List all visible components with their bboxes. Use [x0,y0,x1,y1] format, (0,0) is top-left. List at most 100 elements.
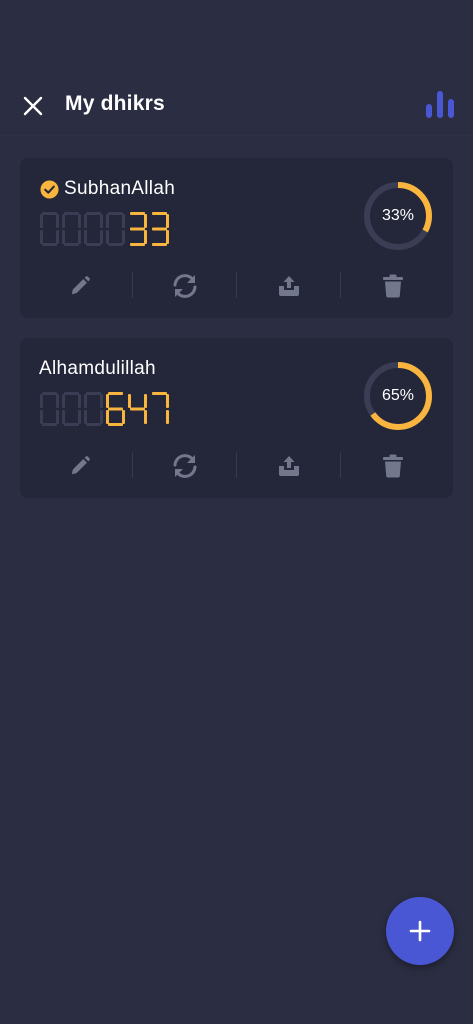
digit-segment [108,243,123,246]
counter-digit-active [152,212,169,246]
page-title: My dhikrs [65,92,165,115]
pencil-icon [71,276,90,295]
digit-segment [130,227,145,231]
digit-segment [122,214,125,228]
edit-button[interactable] [28,448,132,484]
stats-button[interactable] [424,90,456,120]
digit-segment [130,212,145,215]
digit-segment [166,410,169,424]
edit-button[interactable] [28,268,132,304]
dhikr-name: SubhanAllah [64,178,176,199]
digit-segment [100,214,103,228]
digit-segment [78,410,81,424]
digit-segment [84,410,87,424]
counter-digit-inactive [40,392,59,426]
card-actions [20,268,453,304]
digit-segment [42,243,57,246]
digit-segment [56,230,59,244]
digit-segment [108,407,123,411]
digit-segment [166,214,169,228]
counter-digit-inactive [40,212,59,246]
digit-segment [56,410,59,424]
counter-digit-inactive [62,212,81,246]
digit-segment [144,410,147,424]
dhikr-card[interactable]: Alhamdulillah 65% [20,338,453,498]
digit-segment [86,243,101,246]
digit-segment [108,212,123,215]
digit-segment [130,407,145,411]
digit-segment [84,394,87,408]
digit-segment [144,230,147,244]
digit-segment [56,214,59,228]
digit-segment [152,227,167,231]
close-button[interactable] [20,93,46,119]
counter-digit-inactive [106,212,125,246]
digit-segment [64,423,79,426]
trash-icon [383,454,403,478]
digit-segment [64,243,79,246]
digit-segment [78,214,81,228]
counter-digit-active [130,212,147,246]
counter-digit-inactive [84,212,103,246]
app-header: My dhikrs [0,0,473,136]
delete-button[interactable] [341,268,445,304]
digit-segment [86,423,101,426]
digit-segment [122,230,125,244]
digit-segment [108,423,123,426]
share-button[interactable] [237,268,341,304]
digit-segment [78,394,81,408]
refresh-icon [173,274,197,298]
reset-button[interactable] [133,268,237,304]
digit-segment [40,214,43,228]
digit-segment [42,212,57,215]
digit-segment [62,410,65,424]
digit-segment [166,394,169,408]
digit-segment [40,394,43,408]
digit-segment [106,394,109,408]
digit-segment [42,392,57,395]
card-actions [20,448,453,484]
digit-segment [106,214,109,228]
bar-chart-icon [426,91,454,118]
share-button[interactable] [237,448,341,484]
digit-segment [106,230,109,244]
digit-segment [56,394,59,408]
counter-digit-active [152,392,169,424]
refresh-icon [173,454,197,478]
digit-segment [152,392,167,395]
digit-segment [62,230,65,244]
reset-button[interactable] [133,448,237,484]
digit-segment [106,410,109,424]
dhikr-card[interactable]: SubhanAllah 33% [20,158,453,318]
trash-icon [383,274,403,298]
digit-segment [122,410,125,424]
pencil-icon [71,456,90,475]
digit-segment [86,392,101,395]
seven-segment-counter [40,392,169,426]
digit-segment [64,392,79,395]
progress-percent: 33% [381,207,415,224]
digit-segment [86,212,101,215]
digit-segment [62,214,65,228]
close-icon [23,96,43,116]
digit-segment [78,230,81,244]
digit-segment [166,230,169,244]
digit-segment [42,423,57,426]
digit-segment [152,243,167,246]
digit-segment [128,394,131,408]
digit-segment [40,230,43,244]
digit-segment [130,243,145,246]
digit-segment [84,214,87,228]
share-icon [279,276,299,296]
digit-segment [62,394,65,408]
digit-segment [144,394,147,408]
add-dhikr-button[interactable] [386,897,454,965]
delete-button[interactable] [341,448,445,484]
dhikr-name: Alhamdulillah [39,358,156,379]
counter-digit-inactive [84,392,103,426]
share-icon [279,456,299,476]
digit-segment [40,410,43,424]
digit-segment [100,230,103,244]
progress-percent: 65% [381,387,415,404]
counter-digit-inactive [62,392,81,426]
